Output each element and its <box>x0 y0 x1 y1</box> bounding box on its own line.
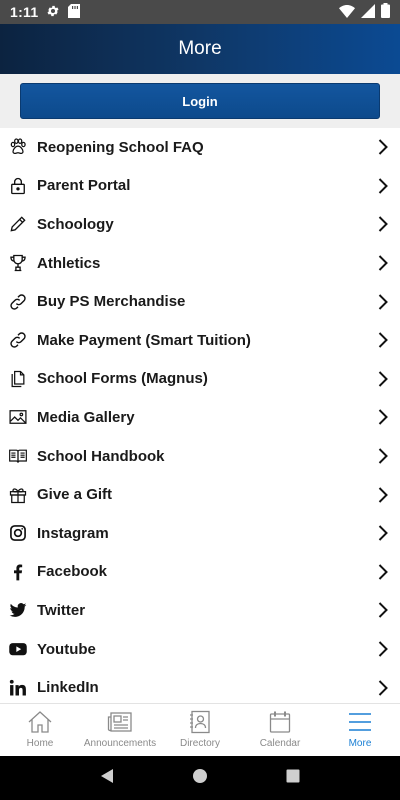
menu-item-buy-merchandise[interactable]: Buy PS Merchandise <box>0 282 400 321</box>
paw-icon <box>8 137 28 157</box>
app-header: More <box>0 24 400 74</box>
tab-directory[interactable]: Directory <box>160 704 240 756</box>
trophy-icon <box>8 253 28 273</box>
battery-icon <box>381 3 390 21</box>
youtube-icon <box>8 639 28 659</box>
tab-label: Home <box>26 738 54 749</box>
contacts-icon <box>188 710 212 734</box>
twitter-icon <box>8 600 28 620</box>
menu-item-label: LinkedIn <box>37 679 99 697</box>
home-icon <box>27 710 53 734</box>
sd-card-icon <box>68 3 81 21</box>
menu-item-schoology[interactable]: Schoology <box>0 205 400 244</box>
back-triangle-icon <box>100 768 114 789</box>
tab-label: Announcements <box>83 738 157 749</box>
status-time: 1:11 <box>10 4 39 20</box>
menu-item-label: Youtube <box>37 640 96 658</box>
menu-item-label: Parent Portal <box>37 177 131 195</box>
facebook-icon <box>8 562 28 582</box>
menu-item-label: Instagram <box>37 524 109 542</box>
tab-announcements[interactable]: Announcements <box>80 704 160 756</box>
menu-list: Reopening School FAQ Parent Portal Schoo… <box>0 128 400 703</box>
login-button[interactable]: Login <box>20 83 380 119</box>
chevron-right-icon <box>376 679 390 697</box>
menu-item-label: Twitter <box>37 601 86 619</box>
menu-item-make-payment[interactable]: Make Payment (Smart Tuition) <box>0 321 400 360</box>
menu-item-label: Athletics <box>37 254 101 272</box>
menu-item-label: Facebook <box>37 563 108 581</box>
menu-item-linkedin[interactable]: LinkedIn <box>0 668 400 703</box>
menu-item-label: Make Payment (Smart Tuition) <box>37 331 251 349</box>
menu-item-label: School Handbook <box>37 447 165 465</box>
chevron-right-icon <box>376 331 390 349</box>
bottom-tab-bar: Home Announcements Directory Calendar Mo… <box>0 703 400 756</box>
home-circle-icon <box>192 768 208 789</box>
tab-label: Directory <box>179 738 220 749</box>
menu-item-label: Give a Gift <box>37 486 113 504</box>
wifi-icon <box>339 4 355 21</box>
menu-item-reopening-faq[interactable]: Reopening School FAQ <box>0 128 400 167</box>
linkedin-icon <box>8 678 28 698</box>
system-nav-bar <box>0 756 400 800</box>
recents-button[interactable] <box>273 763 313 793</box>
menu-item-label: Buy PS Merchandise <box>37 293 186 311</box>
hamburger-menu-icon <box>348 710 372 734</box>
lock-icon <box>8 176 28 196</box>
tab-calendar[interactable]: Calendar <box>240 704 320 756</box>
menu-item-school-forms[interactable]: School Forms (Magnus) <box>0 360 400 399</box>
page-title: More <box>178 38 222 59</box>
link-icon <box>8 330 28 350</box>
menu-item-label: School Forms (Magnus) <box>37 370 208 388</box>
status-bar: 1:11 <box>0 0 400 24</box>
link-icon <box>8 292 28 312</box>
chevron-right-icon <box>376 370 390 388</box>
tab-label: More <box>348 738 372 749</box>
chevron-right-icon <box>376 215 390 233</box>
chevron-right-icon <box>376 563 390 581</box>
menu-item-youtube[interactable]: Youtube <box>0 630 400 669</box>
login-section: Login <box>0 74 400 128</box>
menu-item-instagram[interactable]: Instagram <box>0 514 400 553</box>
tab-label: Calendar <box>259 738 301 749</box>
newspaper-icon <box>107 710 133 734</box>
calendar-icon <box>268 710 292 734</box>
menu-item-parent-portal[interactable]: Parent Portal <box>0 167 400 206</box>
tab-home[interactable]: Home <box>0 704 80 756</box>
menu-item-school-handbook[interactable]: School Handbook <box>0 437 400 476</box>
chevron-right-icon <box>376 486 390 504</box>
menu-item-athletics[interactable]: Athletics <box>0 244 400 283</box>
documents-icon <box>8 369 28 389</box>
tab-more[interactable]: More <box>320 704 400 756</box>
recents-square-icon <box>286 769 300 788</box>
menu-item-twitter[interactable]: Twitter <box>0 591 400 630</box>
chevron-right-icon <box>376 177 390 195</box>
chevron-right-icon <box>376 640 390 658</box>
chevron-right-icon <box>376 524 390 542</box>
gift-icon <box>8 485 28 505</box>
image-icon <box>8 407 28 427</box>
menu-item-label: Reopening School FAQ <box>37 138 204 156</box>
signal-icon <box>361 3 375 21</box>
chevron-right-icon <box>376 447 390 465</box>
chevron-right-icon <box>376 293 390 311</box>
chevron-right-icon <box>376 138 390 156</box>
home-button[interactable] <box>180 763 220 793</box>
settings-gear-icon <box>46 4 60 21</box>
pencil-icon <box>8 214 28 234</box>
more-content: Login Reopening School FAQ Parent Portal… <box>0 74 400 703</box>
chevron-right-icon <box>376 408 390 426</box>
back-button[interactable] <box>87 763 127 793</box>
chevron-right-icon <box>376 254 390 272</box>
instagram-icon <box>8 523 28 543</box>
book-icon <box>8 446 28 466</box>
chevron-right-icon <box>376 601 390 619</box>
menu-item-facebook[interactable]: Facebook <box>0 553 400 592</box>
menu-item-give-gift[interactable]: Give a Gift <box>0 475 400 514</box>
menu-item-media-gallery[interactable]: Media Gallery <box>0 398 400 437</box>
menu-item-label: Media Gallery <box>37 408 135 426</box>
menu-item-label: Schoology <box>37 215 114 233</box>
